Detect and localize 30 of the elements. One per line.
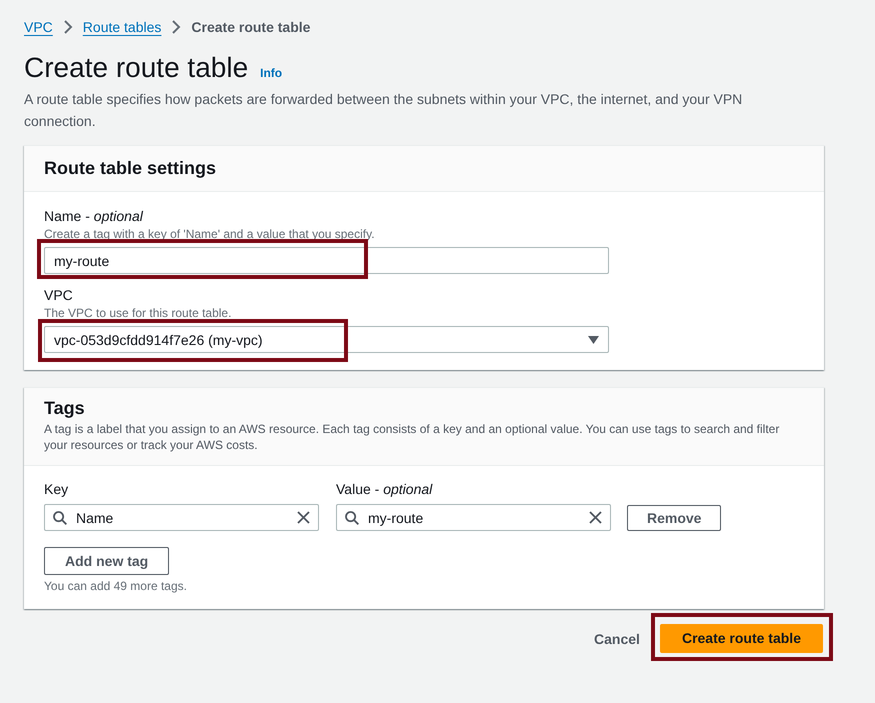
panel-description: A tag is a label that you assign to an AWS resource. Each tag consists of a key and an optional value. You can use tags to search and filter your resources or track your AWS costs. (44, 421, 780, 453)
add-tag-button[interactable]: Add new tag (44, 547, 170, 575)
column-label: Key (44, 480, 70, 499)
info-link[interactable]: Info (260, 63, 282, 83)
column-label: Value - optional (336, 480, 432, 499)
panel-title: Tags (44, 397, 86, 419)
dropdown-caret-icon (588, 336, 599, 344)
value-search-field[interactable]: my-route (336, 504, 611, 531)
search-icon (53, 510, 67, 524)
field-label: Name - optional (44, 207, 144, 226)
breadcrumb-link[interactable]: Route tables (82, 17, 162, 37)
name-input[interactable]: my-route (44, 247, 609, 274)
chevron-icon (171, 20, 182, 34)
tags-hint: You can add 49 more tags. (44, 578, 188, 594)
panel-title: Route table settings (44, 157, 218, 179)
vpc-select[interactable]: vpc-053d9cfdd914f7e26 (my-vpc) (44, 326, 609, 353)
page-title: Create route table (24, 51, 248, 85)
chevron-icon (62, 20, 73, 34)
remove-button[interactable]: Remove (627, 504, 722, 530)
page-description: A route table specifies how packets are forwarded between the subnets within your VPC, the internet, and your VPN connection. (24, 90, 744, 131)
field-description: The VPC to use for this route table. (44, 305, 232, 321)
key-search-field[interactable]: Name (44, 504, 319, 531)
clear-icon (297, 511, 310, 524)
field-label: VPC (44, 286, 74, 305)
breadcrumb-link[interactable]: VPC (24, 17, 53, 37)
search-icon (345, 510, 359, 524)
clear-icon (589, 511, 602, 524)
cancel-button[interactable]: Cancel (594, 624, 640, 652)
breadcrumb-current: Create route table (191, 18, 310, 37)
create-button[interactable]: Create route table (660, 624, 823, 653)
